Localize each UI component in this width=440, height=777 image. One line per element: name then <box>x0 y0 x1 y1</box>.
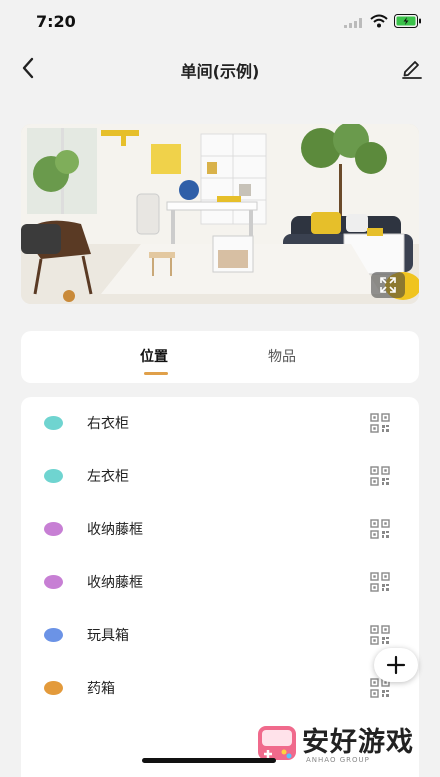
cellular-signal-icon <box>344 18 362 28</box>
qr-code-icon[interactable] <box>370 466 390 486</box>
home-indicator <box>142 758 276 763</box>
list-item-label: 玩具箱 <box>87 628 129 644</box>
list-item[interactable]: 收纳藤框 <box>21 556 419 609</box>
list-item-label: 收纳藤框 <box>87 522 143 538</box>
list-item[interactable]: 玩具箱 <box>21 609 419 662</box>
list-item[interactable]: 右衣柜 <box>21 397 419 450</box>
room-illustration <box>21 124 419 304</box>
plus-icon <box>386 655 406 675</box>
tab-items[interactable]: 物品 <box>268 346 296 366</box>
watermark-subtext: ANHAO GROUP <box>306 756 370 764</box>
color-dot <box>44 416 63 430</box>
room-photo[interactable] <box>21 124 419 304</box>
status-time: 7:20 <box>36 12 76 31</box>
color-dot <box>44 522 63 536</box>
watermark-text: 安好游戏 <box>302 727 414 758</box>
list-item[interactable]: 左衣柜 <box>21 450 419 503</box>
tab-bar: 位置 物品 <box>21 331 419 383</box>
color-dot <box>44 628 63 642</box>
expand-icon <box>380 277 396 293</box>
list-item-label: 收纳藤框 <box>87 575 143 591</box>
list-item[interactable]: 药箱 <box>21 662 419 715</box>
list-item-label: 左衣柜 <box>87 469 129 485</box>
tab-location[interactable]: 位置 <box>140 346 168 366</box>
qr-code-icon[interactable] <box>370 572 390 592</box>
tab-active-indicator <box>144 372 168 375</box>
pencil-icon <box>402 61 422 79</box>
add-location-button[interactable] <box>374 648 418 682</box>
qr-code-icon[interactable] <box>370 519 390 539</box>
list-item[interactable]: 收纳藤框 <box>21 503 419 556</box>
wifi-icon <box>370 14 388 28</box>
list-item-label: 药箱 <box>87 681 115 697</box>
expand-button[interactable] <box>371 272 405 298</box>
watermark-logo: 安好游戏 ANHAO GROUP <box>256 722 436 768</box>
status-bar: 7:20 <box>0 0 440 44</box>
qr-code-icon[interactable] <box>370 413 390 433</box>
page-title: 单间(示例) <box>180 62 260 81</box>
battery-icon <box>394 14 421 28</box>
qr-code-icon[interactable] <box>370 625 390 645</box>
list-item-label: 右衣柜 <box>87 416 129 432</box>
color-dot <box>44 575 63 589</box>
color-dot <box>44 469 63 483</box>
edit-button[interactable] <box>398 54 426 82</box>
nav-bar: 单间(示例) <box>0 44 440 92</box>
color-dot <box>44 681 63 695</box>
